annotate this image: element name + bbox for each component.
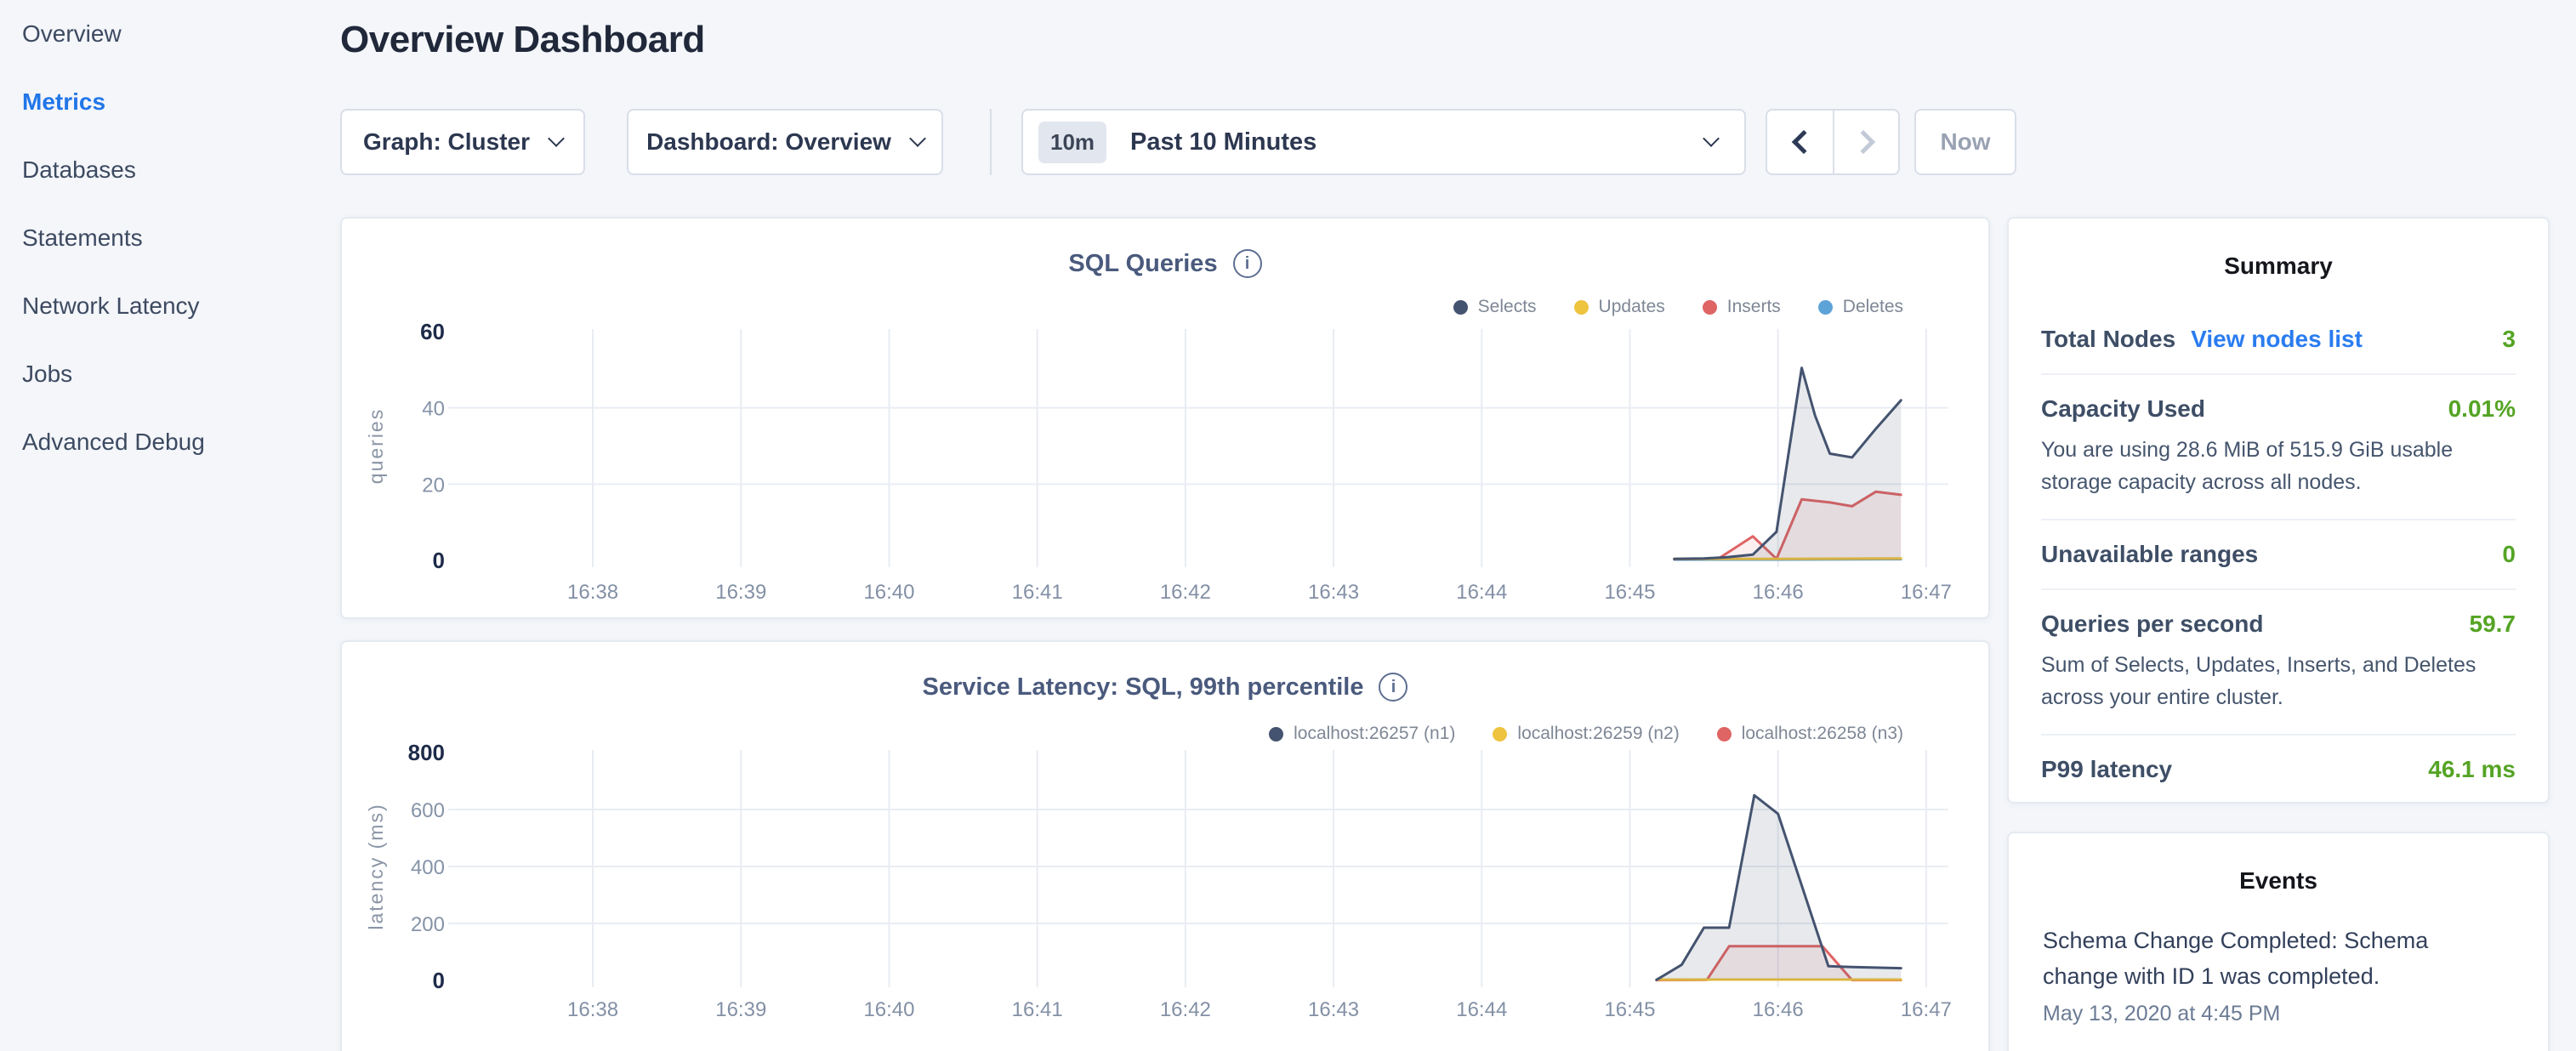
svg-text:16:45: 16:45 bbox=[1604, 581, 1655, 604]
summary-row-label: P99 latency bbox=[2041, 756, 2172, 783]
summary-panel-title: Summary bbox=[2009, 253, 2548, 280]
sidebar-item-overview[interactable]: Overview bbox=[0, 0, 340, 68]
summary-row-description: You are using 28.6 MiB of 515.9 GiB usab… bbox=[2041, 435, 2490, 498]
svg-text:60: 60 bbox=[420, 319, 445, 344]
event-list-item[interactable]: Schema Change Completed: Schema change w… bbox=[2043, 923, 2514, 1026]
sidebar-item-databases[interactable]: Databases bbox=[0, 136, 340, 204]
summary-row-value: 59.7 bbox=[2470, 611, 2516, 638]
summary-row-label: Unavailable ranges bbox=[2041, 541, 2258, 568]
summary-panel: Summary Total Nodes View nodes list 3 Capac… bbox=[2007, 217, 2550, 804]
svg-text:16:40: 16:40 bbox=[863, 998, 914, 1021]
summary-row-value: 3 bbox=[2502, 326, 2516, 353]
sidebar-nav: OverviewMetricsDatabasesStatementsNetwor… bbox=[0, 0, 340, 476]
service-latency-chart[interactable]: 16:38 16:39 16:40 16:41 16:42 16:43 16:44 16:45… bbox=[342, 642, 1992, 1051]
svg-text:16:44: 16:44 bbox=[1456, 581, 1507, 604]
chevron-down-icon bbox=[548, 130, 565, 147]
sql-queries-chart[interactable]: 16:38 16:39 16:40 16:41 16:42 16:43 16:44 16:45… bbox=[342, 219, 1992, 621]
summary-row-value: 0.01% bbox=[2448, 395, 2516, 423]
events-panel: Events Schema Change Completed: Schema c… bbox=[2007, 832, 2550, 1051]
summary-row-capacity-used: Capacity Used 0.01% You are using 28.6 MiB… bbox=[2041, 375, 2516, 520]
now-button-label: Now bbox=[1940, 128, 1990, 156]
svg-text:16:46: 16:46 bbox=[1753, 998, 1804, 1021]
svg-text:0: 0 bbox=[433, 548, 445, 573]
time-forward-button[interactable] bbox=[1833, 111, 1898, 173]
svg-text:16:45: 16:45 bbox=[1604, 998, 1655, 1021]
summary-row-head: Unavailable ranges 0 bbox=[2041, 541, 2516, 568]
now-button[interactable]: Now bbox=[1914, 109, 2016, 175]
event-text: Schema Change Completed: Schema change w… bbox=[2043, 923, 2434, 995]
summary-row-head: P99 latency 46.1 ms bbox=[2041, 756, 2516, 783]
chevron-down-icon bbox=[909, 130, 926, 147]
events-panel-title: Events bbox=[2009, 867, 2548, 895]
svg-text:latency (ms): latency (ms) bbox=[365, 803, 387, 929]
chevron-left-icon bbox=[1791, 130, 1815, 154]
time-range-badge: 10m bbox=[1038, 122, 1106, 163]
controls-divider bbox=[990, 109, 992, 175]
svg-text:0: 0 bbox=[433, 968, 445, 993]
summary-row-label: Capacity Used bbox=[2041, 395, 2205, 423]
svg-text:16:43: 16:43 bbox=[1308, 998, 1359, 1021]
svg-text:queries: queries bbox=[365, 408, 387, 484]
summary-row-label: Queries per second bbox=[2041, 611, 2263, 638]
summary-row-value: 0 bbox=[2502, 541, 2516, 568]
svg-text:20: 20 bbox=[422, 474, 445, 497]
service-latency-card: Service Latency: SQL, 99th percentile i … bbox=[340, 640, 1990, 1051]
page-title: Overview Dashboard bbox=[340, 19, 705, 61]
sql-queries-card: SQL Queries i SelectsUpdatesInsertsDelet… bbox=[340, 217, 1990, 619]
svg-text:16:42: 16:42 bbox=[1160, 581, 1211, 604]
controls-row: Graph: Cluster Dashboard: Overview 10m P… bbox=[340, 109, 2016, 175]
sidebar-item-jobs[interactable]: Jobs bbox=[0, 340, 340, 408]
svg-text:16:47: 16:47 bbox=[1901, 581, 1952, 604]
summary-row-p99-latency: P99 latency 46.1 ms bbox=[2041, 736, 2516, 804]
sidebar-item-advanced-debug[interactable]: Advanced Debug bbox=[0, 408, 340, 476]
svg-text:16:43: 16:43 bbox=[1308, 581, 1359, 604]
svg-text:16:42: 16:42 bbox=[1160, 998, 1211, 1021]
summary-row-description: Sum of Selects, Updates, Inserts, and De… bbox=[2041, 650, 2490, 713]
svg-text:16:47: 16:47 bbox=[1901, 998, 1952, 1021]
svg-text:16:44: 16:44 bbox=[1456, 998, 1507, 1021]
svg-text:40: 40 bbox=[422, 398, 445, 421]
svg-text:16:38: 16:38 bbox=[567, 998, 618, 1021]
event-timestamp: May 13, 2020 at 4:45 PM bbox=[2043, 1002, 2514, 1026]
svg-text:16:39: 16:39 bbox=[715, 581, 766, 604]
svg-text:800: 800 bbox=[408, 740, 445, 765]
graph-dropdown-label: Graph: Cluster bbox=[363, 128, 530, 156]
summary-row-head: Capacity Used 0.01% bbox=[2041, 395, 2516, 423]
svg-text:16:46: 16:46 bbox=[1753, 581, 1804, 604]
time-step-buttons bbox=[1766, 109, 1900, 175]
svg-text:16:39: 16:39 bbox=[715, 998, 766, 1021]
summary-row-head: Total Nodes View nodes list 3 bbox=[2041, 326, 2516, 353]
dashboard-dropdown[interactable]: Dashboard: Overview bbox=[627, 109, 943, 175]
summary-row-queries-per-second: Queries per second 59.7 Sum of Selects, Up… bbox=[2041, 590, 2516, 736]
chevron-down-icon bbox=[1703, 130, 1720, 147]
svg-text:200: 200 bbox=[411, 913, 445, 936]
chevron-right-icon bbox=[1851, 130, 1874, 154]
view-nodes-list-link[interactable]: View nodes list bbox=[2191, 326, 2363, 353]
svg-text:16:40: 16:40 bbox=[863, 581, 914, 604]
summary-row-head: Queries per second 59.7 bbox=[2041, 611, 2516, 638]
svg-text:16:38: 16:38 bbox=[567, 581, 618, 604]
sidebar-item-statements[interactable]: Statements bbox=[0, 204, 340, 272]
time-range-selector[interactable]: 10m Past 10 Minutes bbox=[1021, 109, 1746, 175]
svg-text:16:41: 16:41 bbox=[1012, 998, 1063, 1021]
sidebar-item-network-latency[interactable]: Network Latency bbox=[0, 272, 340, 340]
graph-dropdown[interactable]: Graph: Cluster bbox=[340, 109, 585, 175]
summary-row-unavailable-ranges: Unavailable ranges 0 bbox=[2041, 520, 2516, 590]
dashboard-dropdown-label: Dashboard: Overview bbox=[646, 128, 891, 156]
svg-text:400: 400 bbox=[411, 856, 445, 879]
time-back-button[interactable] bbox=[1767, 111, 1833, 173]
svg-text:16:41: 16:41 bbox=[1012, 581, 1063, 604]
summary-row-value: 46.1 ms bbox=[2428, 756, 2516, 783]
time-range-label: Past 10 Minutes bbox=[1130, 128, 1316, 156]
svg-text:600: 600 bbox=[411, 799, 445, 822]
summary-row-total-nodes: Total Nodes View nodes list 3 bbox=[2041, 305, 2516, 375]
sidebar-item-metrics[interactable]: Metrics bbox=[0, 68, 340, 136]
summary-row-label: Total Nodes bbox=[2041, 326, 2175, 353]
